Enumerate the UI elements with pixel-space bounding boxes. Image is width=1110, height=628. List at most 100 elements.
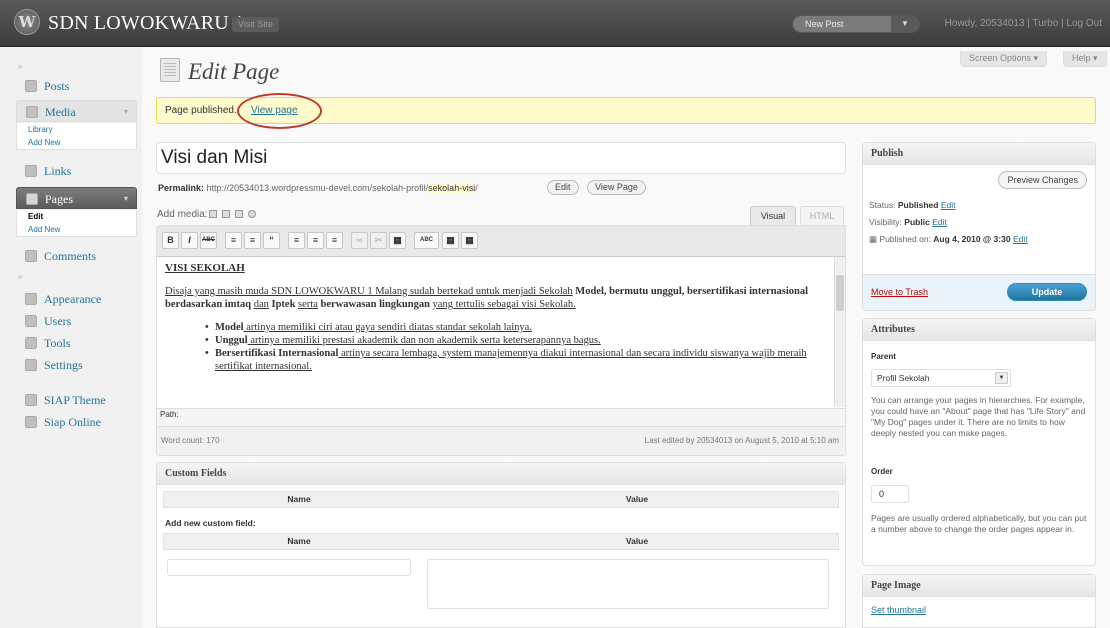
sidebar-item-label: Posts bbox=[44, 79, 70, 93]
parent-label: Parent bbox=[871, 352, 896, 361]
custom-field-value-input[interactable] bbox=[427, 559, 829, 609]
paragraph-text: serta bbox=[298, 299, 318, 310]
preview-changes-button[interactable]: Preview Changes bbox=[998, 171, 1087, 189]
add-audio-icon[interactable] bbox=[235, 210, 243, 218]
kitchen-sink-button[interactable]: ▦ bbox=[461, 232, 478, 249]
permalink-url[interactable]: http://20534013.wordpressmu-devel.com/se… bbox=[207, 183, 429, 193]
submenu-item-edit[interactable]: Edit bbox=[17, 210, 136, 223]
content-paragraph: Disaja yang masih muda SDN LOWOKWARU 1 M… bbox=[165, 285, 845, 311]
editor-content[interactable]: VISI SEKOLAH Disaja yang masih muda SDN … bbox=[161, 260, 845, 406]
sidebar-item-siap-theme[interactable]: SIAP Theme bbox=[16, 389, 137, 411]
strikethrough-button[interactable]: ABC bbox=[200, 232, 217, 249]
edit-visibility-link[interactable]: Edit bbox=[932, 217, 947, 227]
comments-icon bbox=[25, 250, 37, 262]
content-list: Model artinya memiliki ciri atau gaya se… bbox=[205, 321, 845, 373]
custom-field-name-input[interactable] bbox=[167, 559, 411, 576]
chevron-down-icon[interactable]: ▾ bbox=[124, 192, 128, 206]
bold-button[interactable]: B bbox=[162, 232, 179, 249]
user-links[interactable]: Howdy, 20534013 | Turbo | Log Out bbox=[945, 16, 1102, 32]
page-title: Edit Page bbox=[188, 59, 280, 84]
editor-path: Path: bbox=[157, 408, 845, 426]
edit-date-link[interactable]: Edit bbox=[1013, 234, 1028, 244]
add-new-field-label: Add new custom field: bbox=[165, 518, 256, 528]
unlink-button[interactable]: ✂ bbox=[370, 232, 387, 249]
insert-link-button[interactable]: ∞ bbox=[351, 232, 368, 249]
sidebar-item-media[interactable]: Media ▾ bbox=[16, 100, 137, 122]
blockquote-button[interactable]: “ bbox=[263, 232, 280, 249]
editor-scrollbar[interactable] bbox=[834, 257, 845, 407]
column-name-header: Name bbox=[287, 494, 311, 504]
favorite-actions-dropdown[interactable]: New Post ▼ bbox=[792, 15, 920, 33]
help-tab[interactable]: Help ▾ bbox=[1063, 51, 1107, 67]
add-image-icon[interactable] bbox=[209, 210, 217, 218]
visit-site-button[interactable]: Visit Site bbox=[232, 17, 279, 32]
title-input[interactable]: Visi dan Misi bbox=[156, 142, 846, 174]
list-item-term: Bersertifikasi Internasional bbox=[215, 348, 339, 359]
view-page-button[interactable]: View Page bbox=[587, 180, 646, 195]
custom-fields-box: Custom Fields Name Value Add new custom … bbox=[156, 462, 846, 628]
sidebar-item-label: Links bbox=[44, 164, 72, 178]
sidebar-item-pages[interactable]: Pages ▾ bbox=[16, 187, 137, 209]
list-item-term: Model bbox=[215, 322, 244, 333]
align-left-button[interactable]: ≡ bbox=[288, 232, 305, 249]
add-media-icon[interactable] bbox=[248, 210, 256, 218]
order-label: Order bbox=[871, 467, 893, 476]
sidebar-item-appearance[interactable]: Appearance bbox=[16, 288, 137, 310]
chevron-down-icon[interactable]: ▾ bbox=[124, 105, 128, 119]
move-to-trash-link[interactable]: Move to Trash bbox=[871, 287, 928, 297]
wordpress-logo-icon[interactable]: W bbox=[14, 9, 40, 35]
sidebar-item-settings[interactable]: Settings bbox=[16, 354, 137, 376]
sidebar-item-tools[interactable]: Tools bbox=[16, 332, 137, 354]
submenu-item-add-new-page[interactable]: Add New bbox=[17, 223, 136, 236]
permalink-slug[interactable]: sekolah-visi bbox=[428, 183, 476, 193]
sidebar-item-comments[interactable]: Comments bbox=[16, 245, 137, 267]
submenu-item-add-new-media[interactable]: Add New bbox=[17, 136, 136, 149]
update-button[interactable]: Update bbox=[1007, 283, 1087, 301]
set-thumbnail-link[interactable]: Set thumbnail bbox=[871, 605, 926, 615]
site-title[interactable]: SDN LOWOKWARU 1 bbox=[48, 12, 244, 35]
column-name-header: Name bbox=[287, 536, 311, 546]
page-image-title[interactable]: Page Image bbox=[863, 575, 1095, 597]
custom-fields-title[interactable]: Custom Fields bbox=[157, 463, 845, 485]
menu-separator: » bbox=[18, 272, 23, 281]
sidebar-item-posts[interactable]: Posts bbox=[16, 75, 137, 97]
sidebar-item-users[interactable]: Users bbox=[16, 310, 137, 332]
numbered-list-button[interactable]: ≡ bbox=[244, 232, 261, 249]
new-post-label[interactable]: New Post bbox=[805, 16, 844, 32]
editor-toolbar: B I ABC ≡ ≡ “ ≡ ≡ ≡ ∞ ✂ ▦ ABC ▦ ▦ bbox=[157, 226, 845, 257]
edit-slug-button[interactable]: Edit bbox=[547, 180, 579, 195]
screen-options-tab[interactable]: Screen Options ▾ bbox=[960, 51, 1048, 67]
last-edited: Last edited by 20534013 on August 5, 201… bbox=[644, 436, 839, 445]
word-count: Word count: 170 bbox=[161, 436, 220, 445]
order-input[interactable]: 0 bbox=[871, 485, 909, 503]
paragraph-bold: Iptek bbox=[271, 299, 296, 310]
pages-icon bbox=[26, 193, 38, 205]
insert-more-button[interactable]: ▦ bbox=[389, 232, 406, 249]
media-icon bbox=[26, 106, 38, 118]
italic-button[interactable]: I bbox=[181, 232, 198, 249]
align-center-button[interactable]: ≡ bbox=[307, 232, 324, 249]
submenu-item-library[interactable]: Library bbox=[17, 123, 136, 136]
edit-status-link[interactable]: Edit bbox=[941, 200, 956, 210]
publish-title[interactable]: Publish bbox=[863, 143, 1095, 165]
tab-visual[interactable]: Visual bbox=[750, 206, 796, 225]
spellcheck-button[interactable]: ABC bbox=[414, 232, 439, 249]
scrollbar-thumb[interactable] bbox=[836, 275, 844, 311]
tab-html[interactable]: HTML bbox=[800, 206, 844, 225]
sidebar-item-links[interactable]: Links bbox=[16, 160, 137, 182]
list-item-term: Unggul bbox=[215, 335, 248, 346]
chevron-down-icon[interactable]: ▼ bbox=[995, 372, 1008, 384]
parent-selected-value: Profil Sekolah bbox=[877, 373, 930, 383]
add-video-icon[interactable] bbox=[222, 210, 230, 218]
page-icon bbox=[160, 58, 180, 82]
paragraph-bold: berwawasan lingkungan bbox=[320, 299, 430, 310]
attributes-title[interactable]: Attributes bbox=[863, 319, 1095, 341]
bullet-list-button[interactable]: ≡ bbox=[225, 232, 242, 249]
sidebar-item-siap-online[interactable]: Siap Online bbox=[16, 411, 137, 433]
align-right-button[interactable]: ≡ bbox=[326, 232, 343, 249]
parent-select[interactable]: Profil Sekolah ▼ bbox=[871, 369, 1011, 387]
fullscreen-button[interactable]: ▦ bbox=[442, 232, 459, 249]
media-submenu: Library Add New bbox=[16, 123, 137, 150]
visibility-row: Visibility: Public Edit bbox=[869, 216, 947, 228]
chevron-down-icon[interactable]: ▼ bbox=[891, 16, 919, 32]
